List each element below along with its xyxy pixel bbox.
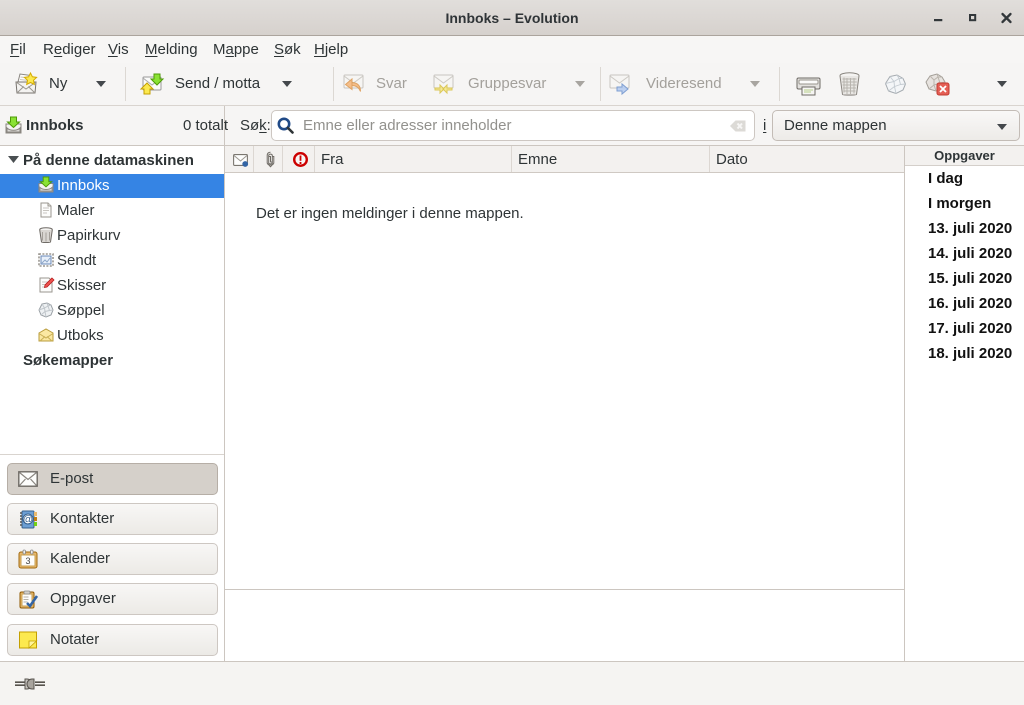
svg-text:@: @ <box>23 515 33 526</box>
svg-text:3: 3 <box>25 556 30 566</box>
